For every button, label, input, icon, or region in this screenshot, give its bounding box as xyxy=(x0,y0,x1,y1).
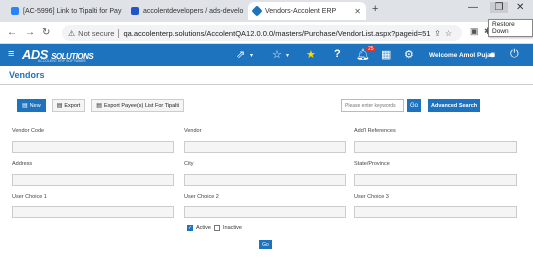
minimize-icon[interactable]: — xyxy=(468,2,478,13)
browser-tab-bitbucket[interactable]: accolentdevelopers / ads-develo ✕ xyxy=(126,2,246,20)
welcome-user: Welcome Amol Pujari xyxy=(429,52,496,59)
dropdown-chevron-icon[interactable]: ▾ xyxy=(250,52,253,59)
vendor-code-field[interactable] xyxy=(12,141,174,153)
close-window-icon[interactable]: ✕ xyxy=(516,2,524,13)
bitbucket-favicon-icon xyxy=(131,7,139,15)
user-choice-1-field[interactable] xyxy=(12,206,174,218)
toolbar: ▤ New ▤ Export ▤ Export Payee(s) List For T… xyxy=(17,99,185,112)
warning-icon: ⚠ xyxy=(68,28,76,38)
accolent-favicon-icon xyxy=(251,5,263,17)
active-checkbox[interactable]: ✓ xyxy=(187,225,193,231)
restore-down-tooltip: Restore Down xyxy=(488,19,533,37)
new-button[interactable]: ▤ New xyxy=(17,99,46,112)
addl-references-label: Add'l References xyxy=(354,128,396,134)
user-choice-2-field[interactable] xyxy=(184,206,346,218)
export-icon: ▤ xyxy=(56,103,63,109)
advanced-search-button[interactable]: Advanced Search xyxy=(428,99,481,112)
reload-icon[interactable]: ↻ xyxy=(42,27,50,38)
close-tab-icon[interactable]: ✕ xyxy=(243,7,246,16)
vendor-label: Vendor xyxy=(184,128,202,134)
page-title: Vendors xyxy=(9,70,45,80)
browser-tab-vendors[interactable]: Vendors-Accolent ERP ✕ xyxy=(248,2,366,20)
url-text: qa.accolenterp.solutions/AccolentQA12.0.… xyxy=(123,28,431,38)
close-tab-icon[interactable]: ✕ xyxy=(350,7,361,16)
vendor-field[interactable] xyxy=(184,141,346,153)
omnibox-action-icons[interactable]: ⇪☆ xyxy=(434,29,456,38)
user-choice-3-field[interactable] xyxy=(354,206,517,218)
user-choice-3-label: User Choice 3 xyxy=(354,194,389,200)
restore-down-icon[interactable]: ❐ xyxy=(490,2,508,13)
export-payees-button[interactable]: ▤ Export Payee(s) List For Tipalti xyxy=(91,99,185,112)
go-button[interactable]: Go xyxy=(259,240,272,249)
address-bar-row: ← → ↻ ⚠ Not secure qa.accolenterp.soluti… xyxy=(0,22,533,44)
address-field[interactable] xyxy=(12,174,174,186)
jira-favicon-icon xyxy=(11,7,19,15)
settings-gear-icon[interactable]: ⚙ xyxy=(404,48,414,61)
addl-references-field[interactable] xyxy=(354,141,517,153)
not-secure-label: Not secure xyxy=(78,28,115,38)
user-choice-2-label: User Choice 2 xyxy=(184,194,219,200)
inactive-label: Inactive xyxy=(223,225,242,231)
city-field[interactable] xyxy=(184,174,346,186)
search-input[interactable] xyxy=(341,99,404,112)
omnibox[interactable]: ⚠ Not secure qa.accolenterp.solutions/Ac… xyxy=(62,25,462,41)
active-label: Active xyxy=(196,225,211,231)
user-choice-1-label: User Choice 1 xyxy=(12,194,47,200)
app-tagline: ACCOLENT ERP SOFTWARE xyxy=(38,59,86,63)
export-button[interactable]: ▤ Export xyxy=(51,99,86,112)
tab-title: [AC-5996] Link to Tipalti for Pay xyxy=(23,7,122,15)
browser-tab-jira[interactable]: [AC-5996] Link to Tipalti for Pay ✕ xyxy=(6,2,124,20)
new-icon: ▤ xyxy=(22,103,28,109)
tab-title: accolentdevelopers / ads-develo xyxy=(143,7,244,15)
starred-icon[interactable]: ★ xyxy=(306,48,316,61)
new-tab-button[interactable]: + xyxy=(372,3,378,15)
dropdown-chevron-icon[interactable]: ▾ xyxy=(286,52,289,59)
forward-arrow-icon[interactable]: → xyxy=(25,27,35,38)
vendor-code-label: Vendor Code xyxy=(12,128,45,134)
favorite-star-icon[interactable]: ☆ xyxy=(272,48,282,61)
calendar-icon[interactable]: ▦ xyxy=(381,48,391,61)
power-logout-icon[interactable]: ⏻ xyxy=(510,48,519,61)
browser-tab-strip: [AC-5996] Link to Tipalti for Pay ✕ acco… xyxy=(0,0,533,22)
close-tab-icon[interactable]: ✕ xyxy=(121,7,124,16)
user-avatar-icon[interactable]: ● xyxy=(489,49,496,61)
inactive-checkbox[interactable] xyxy=(214,225,220,231)
app-header: ≡ ADS SOLUTIONS ACCOLENT ERP SOFTWARE ⇗ … xyxy=(0,44,533,66)
share-icon[interactable]: ⇗ xyxy=(236,48,245,61)
export-icon: ▤ xyxy=(96,103,102,109)
state-field[interactable] xyxy=(354,174,517,186)
search-go-button[interactable]: Go xyxy=(407,99,421,112)
hamburger-menu-icon[interactable]: ≡ xyxy=(8,48,14,60)
city-label: City xyxy=(184,161,194,167)
help-icon[interactable]: ? xyxy=(334,48,341,60)
address-label: Address xyxy=(12,161,33,167)
notification-badge: 25 xyxy=(366,46,376,52)
back-arrow-icon[interactable]: ← xyxy=(7,27,17,38)
state-label: State/Province xyxy=(354,161,390,167)
extension-icon[interactable]: ▣ xyxy=(470,26,479,37)
tab-title: Vendors-Accolent ERP xyxy=(265,7,337,15)
